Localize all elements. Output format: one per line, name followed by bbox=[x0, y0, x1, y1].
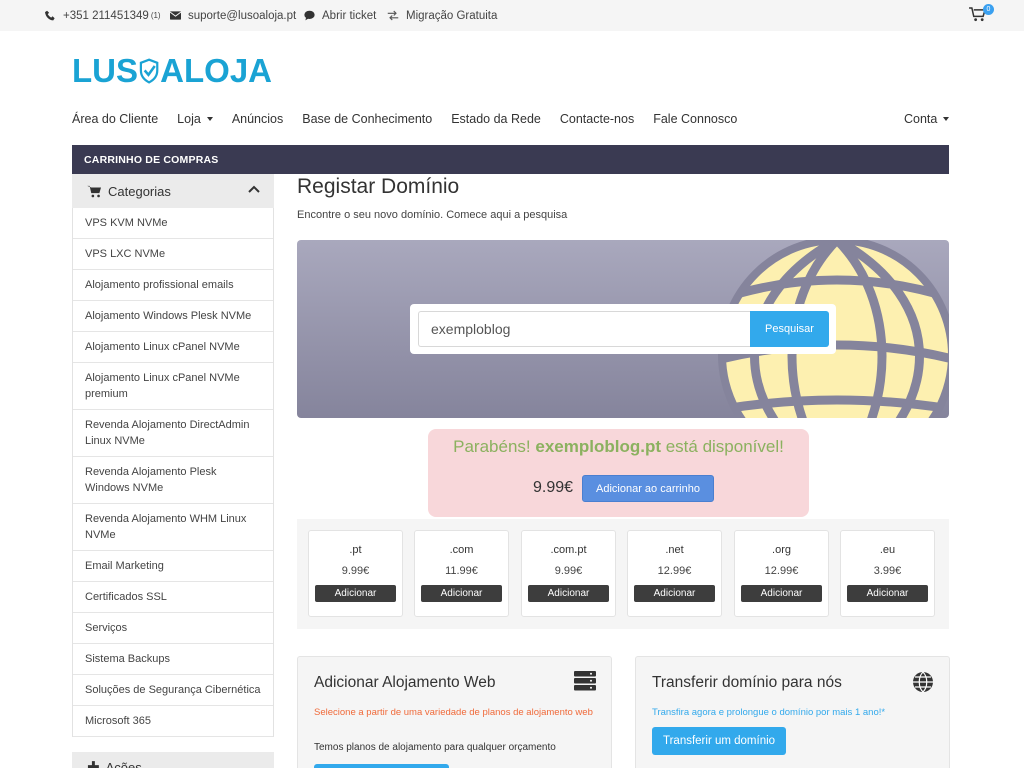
sidebar-category-item[interactable]: Alojamento Windows Plesk NVMe bbox=[73, 301, 273, 332]
tld-name: .com.pt bbox=[550, 544, 587, 556]
availability-message: Parabéns! exemploblog.pt está disponível… bbox=[453, 437, 784, 456]
tld-card: .org 12.99€ Adicionar bbox=[734, 530, 829, 617]
category-list: VPS KVM NVMe VPS LXC NVMe Alojamento profi… bbox=[72, 208, 274, 737]
availability-banner: Parabéns! exemploblog.pt está disponível… bbox=[428, 429, 809, 517]
email-link[interactable]: suporte@lusoaloja.pt bbox=[168, 0, 296, 31]
nav-store[interactable]: Loja bbox=[177, 112, 213, 126]
nav-account[interactable]: Conta bbox=[904, 108, 950, 130]
tld-price: 9.99€ bbox=[341, 565, 370, 577]
transfer-domain-button[interactable]: Transferir um domínio bbox=[652, 727, 787, 755]
shopping-cart-header: CARRINHO DE COMPRAS bbox=[72, 145, 949, 174]
tld-add-button[interactable]: Adicionar bbox=[315, 585, 396, 602]
sidebar-category-item[interactable]: Soluções de Segurança Cibernética bbox=[73, 675, 273, 706]
sidebar-category-item[interactable]: Certificados SSL bbox=[73, 582, 273, 613]
cart-count-badge: 0 bbox=[983, 4, 994, 15]
tld-name: .pt bbox=[349, 544, 362, 556]
tld-add-button[interactable]: Adicionar bbox=[847, 585, 928, 602]
add-to-cart-button[interactable]: Adicionar ao carrinho bbox=[582, 475, 714, 502]
globe-icon bbox=[913, 671, 933, 693]
tld-price: 12.99€ bbox=[657, 565, 692, 577]
transfer-domain-card: Transferir domínio para nós Transfira ag… bbox=[635, 656, 950, 768]
sidebar-category-item[interactable]: Microsoft 365 bbox=[73, 706, 273, 737]
nav-network-status[interactable]: Estado da Rede bbox=[451, 112, 541, 126]
tld-add-button[interactable]: Adicionar bbox=[421, 585, 502, 602]
nav-talk-to-us[interactable]: Fale Connosco bbox=[653, 112, 737, 126]
free-migration-link[interactable]: Migração Gratuita bbox=[386, 0, 497, 31]
categories-panel-header[interactable]: Categorias bbox=[72, 174, 274, 208]
page-title: Registar Domínio bbox=[297, 175, 460, 198]
plus-icon: ✚ bbox=[87, 759, 100, 768]
domain-price: 9.99€ bbox=[533, 479, 574, 496]
tld-price: 12.99€ bbox=[764, 565, 799, 577]
tld-add-button[interactable]: Adicionar bbox=[741, 585, 822, 602]
nav-client-area[interactable]: Área do Cliente bbox=[72, 112, 158, 126]
search-button[interactable]: Pesquisar bbox=[750, 311, 829, 347]
caret-down-icon bbox=[206, 117, 213, 121]
top-bar: +351 211451349 (1) suporte@lusoaloja.pt A… bbox=[0, 0, 1024, 31]
chevron-up-icon[interactable] bbox=[248, 185, 260, 193]
sidebar-category-item[interactable]: Alojamento Linux cPanel NVMe bbox=[73, 332, 273, 363]
sidebar-category-item[interactable]: Email Marketing bbox=[73, 551, 273, 582]
tld-card: .net 12.99€ Adicionar bbox=[627, 530, 722, 617]
exchange-arrows-icon bbox=[386, 9, 400, 23]
shield-check-icon bbox=[139, 58, 159, 84]
tld-price: 11.99€ bbox=[445, 565, 478, 577]
sidebar-category-item[interactable]: Revenda Alojamento DirectAdmin Linux NVM… bbox=[73, 410, 273, 457]
add-hosting-title: Adicionar Alojamento Web bbox=[314, 674, 496, 691]
tld-name: .net bbox=[665, 544, 684, 556]
tld-name: .com bbox=[449, 544, 474, 556]
domain-search-input[interactable]: exemploblog bbox=[418, 311, 750, 347]
add-hosting-subtext: Temos planos de alojamento para qualquer… bbox=[314, 742, 556, 753]
nav-contact[interactable]: Contacte-nos bbox=[560, 112, 634, 126]
tld-name: .eu bbox=[879, 544, 896, 556]
phone-link[interactable]: +351 211451349 (1) bbox=[43, 0, 161, 31]
envelope-icon bbox=[168, 9, 182, 23]
nav-knowledgebase[interactable]: Base de Conhecimento bbox=[302, 112, 432, 126]
view-hosting-button[interactable] bbox=[314, 764, 449, 768]
main-nav: Área do Cliente Loja Anúncios Base de Co… bbox=[72, 108, 756, 130]
caret-down-icon bbox=[943, 117, 950, 121]
open-ticket-link[interactable]: Abrir ticket bbox=[302, 0, 376, 31]
sidebar: Categorias VPS KVM NVMe VPS LXC NVMe Aloja… bbox=[72, 174, 274, 737]
sidebar-category-item[interactable]: Alojamento profissional emails bbox=[73, 270, 273, 301]
tld-card: .eu 3.99€ Adicionar bbox=[840, 530, 935, 617]
tld-add-button[interactable]: Adicionar bbox=[634, 585, 715, 602]
actions-panel-header[interactable]: ✚ Ações bbox=[72, 752, 274, 768]
server-icon bbox=[574, 671, 596, 691]
phone-icon bbox=[43, 9, 57, 23]
sidebar-category-item[interactable]: Sistema Backups bbox=[73, 644, 273, 675]
tld-card: .pt 9.99€ Adicionar bbox=[308, 530, 403, 617]
tld-card: .com 11.99€ Adicionar bbox=[414, 530, 509, 617]
sidebar-category-item[interactable]: Revenda Alojamento WHM Linux NVMe bbox=[73, 504, 273, 551]
sidebar-category-item[interactable]: Revenda Alojamento Plesk Windows NVMe bbox=[73, 457, 273, 504]
add-hosting-description: Selecione a partir de uma variedade de p… bbox=[314, 707, 593, 718]
sidebar-category-item[interactable]: Alojamento Linux cPanel NVMe premium bbox=[73, 363, 273, 410]
add-hosting-card: Adicionar Alojamento Web Selecione a par… bbox=[297, 656, 612, 768]
site-logo[interactable]: LUS ALOJA bbox=[72, 50, 272, 92]
tld-suggestions: .pt 9.99€ Adicionar .com 11.99€ Adicionar .com… bbox=[297, 519, 949, 629]
tld-price: 9.99€ bbox=[554, 565, 583, 577]
chat-bubble-icon bbox=[302, 9, 316, 23]
tld-add-button[interactable]: Adicionar bbox=[528, 585, 609, 602]
nav-announcements[interactable]: Anúncios bbox=[232, 112, 283, 126]
transfer-domain-description: Transfira agora e prolongue o domínio po… bbox=[652, 707, 886, 718]
transfer-domain-title: Transferir domínio para nós bbox=[652, 674, 842, 691]
tld-price: 3.99€ bbox=[873, 565, 902, 577]
tld-name: .org bbox=[772, 544, 791, 556]
shopping-cart-icon bbox=[87, 185, 101, 197]
page-subtitle: Encontre o seu novo domínio. Comece aqui… bbox=[297, 209, 568, 221]
sidebar-category-item[interactable]: VPS KVM NVMe bbox=[73, 208, 273, 239]
sidebar-category-item[interactable]: Serviços bbox=[73, 613, 273, 644]
tld-card: .com.pt 9.99€ Adicionar bbox=[521, 530, 616, 617]
sidebar-category-item[interactable]: VPS LXC NVMe bbox=[73, 239, 273, 270]
